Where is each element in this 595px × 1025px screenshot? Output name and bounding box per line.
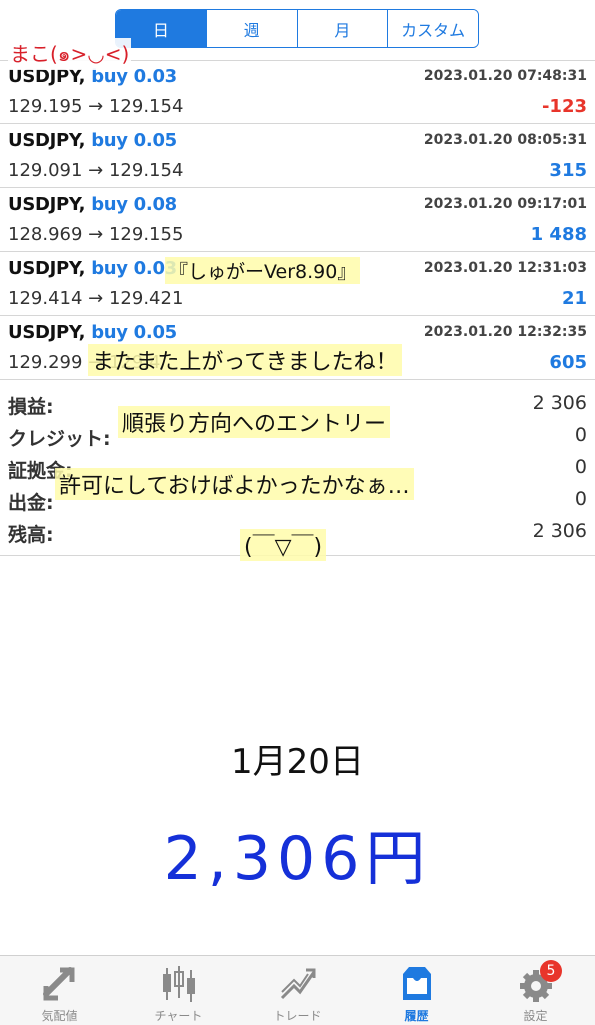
daily-profit-amount: 2,306円 (163, 824, 432, 894)
tab-chart[interactable]: チャート (119, 956, 238, 1025)
settings-badge: 5 (540, 960, 562, 982)
date-label: 1月20日 (231, 742, 364, 782)
trade-row[interactable]: USDJPY, buy 0.05 2023.01.20 08:05:31 129… (0, 124, 595, 188)
summary-value: 0 (574, 456, 587, 478)
trade-prices: 129.195 → 129.154 (8, 96, 184, 117)
tab-label: チャート (154, 1009, 203, 1023)
annotation-line-3: 許可にしておけばよかったかなぁ… (55, 468, 414, 500)
trade-icon (280, 968, 315, 1000)
trade-time: 2023.01.20 08:05:31 (423, 132, 587, 148)
trade-side: buy 0.08 (91, 194, 177, 215)
period-segmented-control: 日 週 月 カスタム (115, 9, 479, 48)
tab-settings[interactable]: 5 設定 (476, 956, 595, 1025)
trade-side: buy 0.05 (91, 130, 177, 151)
summary-value: 2 306 (532, 392, 587, 414)
trade-profit: -123 (541, 96, 587, 117)
annotation-line-2: 順張り方向へのエントリー (118, 406, 391, 438)
summary-label: 損益: (8, 396, 54, 418)
tab-trade[interactable]: トレード (238, 956, 357, 1025)
annotation-line-1: またまた上がってきましたね！ (88, 344, 402, 376)
trade-profit: 21 (561, 288, 587, 309)
history-icon (402, 967, 431, 1000)
trade-symbol: USDJPY, (8, 322, 86, 343)
tab-label: 設定 (523, 1009, 548, 1023)
summary-label: 残高: (8, 524, 54, 546)
quotes-icon (42, 967, 74, 1001)
author-signature: まこ(๑>◡<) (8, 38, 132, 70)
trade-row[interactable]: USDJPY, buy 0.08 2023.01.20 09:17:01 128… (0, 188, 595, 252)
summary-value: 0 (574, 488, 587, 510)
trade-profit: 315 (549, 160, 587, 181)
period-tab-week[interactable]: 週 (205, 10, 297, 47)
summary-value: 0 (574, 424, 587, 446)
tab-history[interactable]: 履歴 (357, 956, 476, 1025)
trade-prices: 129.414 → 129.421 (8, 288, 184, 309)
trade-time: 2023.01.20 12:32:35 (423, 324, 587, 340)
tab-label: トレード (273, 1009, 322, 1023)
annotation-version: 『しゅがーVer8.90』 (165, 257, 361, 284)
tab-label: 気配値 (41, 1009, 78, 1023)
trade-symbol: USDJPY, (8, 258, 86, 279)
trade-symbol: USDJPY, (8, 194, 86, 215)
tab-quotes[interactable]: 気配値 (0, 956, 119, 1025)
trade-prices: 129.091 → 129.154 (8, 160, 184, 181)
summary-label: クレジット: (8, 428, 111, 450)
trade-time: 2023.01.20 12:31:03 (423, 260, 587, 276)
trade-symbol: USDJPY, (8, 130, 86, 151)
trade-time: 2023.01.20 07:48:31 (423, 68, 587, 84)
trade-time: 2023.01.20 09:17:01 (423, 196, 587, 212)
trade-profit: 1 488 (530, 224, 587, 245)
trade-prices: 128.969 → 129.155 (8, 224, 184, 245)
annotation-face: (￣▽￣) (240, 529, 327, 561)
period-tab-month[interactable]: 月 (296, 10, 388, 47)
summary-label: 出金: (8, 492, 54, 514)
chart-icon (162, 966, 195, 1002)
trade-list: USDJPY, buy 0.03 2023.01.20 07:48:31 129… (0, 60, 595, 380)
bottom-tab-bar: 気配値 チャート トレード 履歴 5 設定 (0, 955, 595, 1025)
trade-side: buy 0.05 (91, 322, 177, 343)
tab-label: 履歴 (404, 1009, 429, 1023)
period-tab-custom[interactable]: カスタム (387, 10, 478, 47)
trade-profit: 605 (549, 352, 587, 373)
summary-value: 2 306 (532, 520, 587, 542)
